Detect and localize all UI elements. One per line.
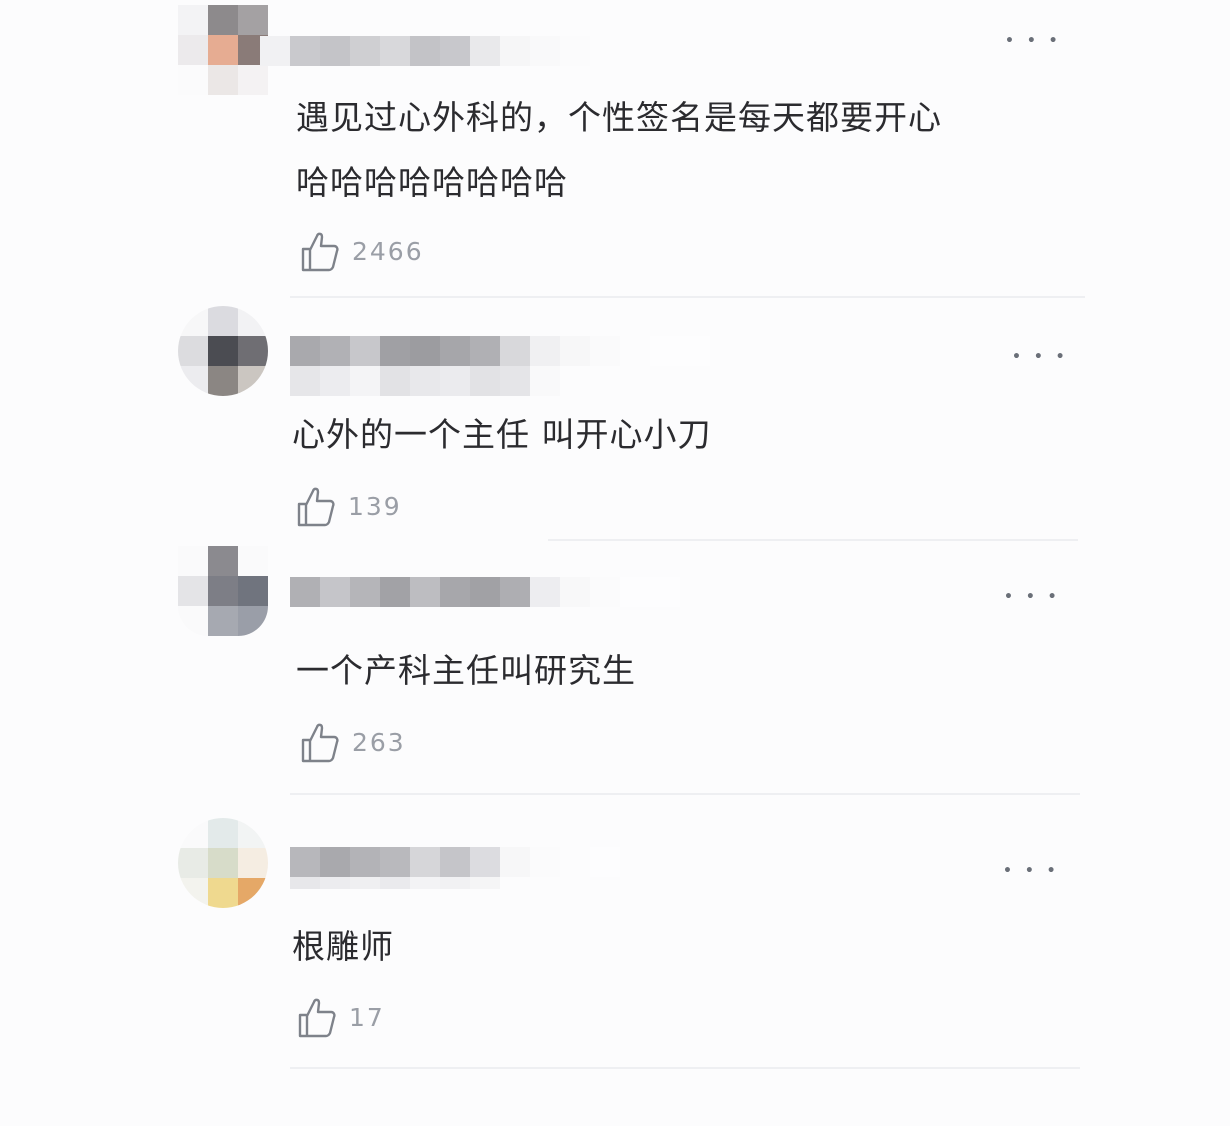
more-options-icon[interactable]: • • • — [1003, 864, 1060, 878]
more-options-icon[interactable]: • • • — [1012, 350, 1069, 364]
username-redacted[interactable] — [290, 847, 620, 877]
username-redacted[interactable] — [260, 36, 590, 66]
like-button[interactable]: 2466 — [300, 229, 424, 273]
username-redacted-line2 — [290, 877, 500, 889]
comment-text: 根雕师 — [292, 927, 394, 966]
comment-list: • • • 遇见过心外科的，个性签名是每天都要开心 哈哈哈哈哈哈哈哈 2466 — [0, 0, 1230, 1126]
divider — [548, 539, 1078, 541]
thumbs-up-icon — [301, 232, 339, 272]
like-count: 2466 — [352, 236, 424, 266]
comment-text: 遇见过心外科的，个性签名是每天都要开心 — [296, 98, 942, 137]
thumbs-up-icon — [301, 723, 339, 763]
comment-text: 哈哈哈哈哈哈哈哈 — [296, 163, 568, 202]
username-redacted[interactable] — [290, 336, 710, 366]
avatar[interactable] — [178, 306, 268, 396]
avatar[interactable] — [178, 5, 268, 95]
like-button[interactable]: 263 — [300, 720, 406, 764]
avatar[interactable] — [178, 818, 268, 908]
comment-text: 心外的一个主任 叫开心小刀 — [292, 415, 712, 454]
username-redacted-line2 — [290, 366, 560, 396]
like-count: 139 — [348, 491, 402, 521]
like-count: 263 — [352, 727, 406, 757]
like-count: 17 — [349, 1002, 385, 1032]
divider — [290, 296, 1085, 298]
avatar[interactable] — [178, 546, 268, 636]
divider — [290, 793, 1080, 795]
thumbs-up-icon — [298, 998, 336, 1038]
comment-text: 一个产科主任叫研究生 — [296, 651, 636, 690]
more-options-icon[interactable]: • • • — [1005, 34, 1062, 48]
username-redacted[interactable] — [290, 577, 680, 607]
more-options-icon[interactable]: • • • — [1004, 590, 1061, 604]
like-button[interactable]: 17 — [297, 995, 385, 1039]
divider — [290, 1067, 1080, 1069]
thumbs-up-icon — [297, 487, 335, 527]
like-button[interactable]: 139 — [296, 484, 402, 528]
